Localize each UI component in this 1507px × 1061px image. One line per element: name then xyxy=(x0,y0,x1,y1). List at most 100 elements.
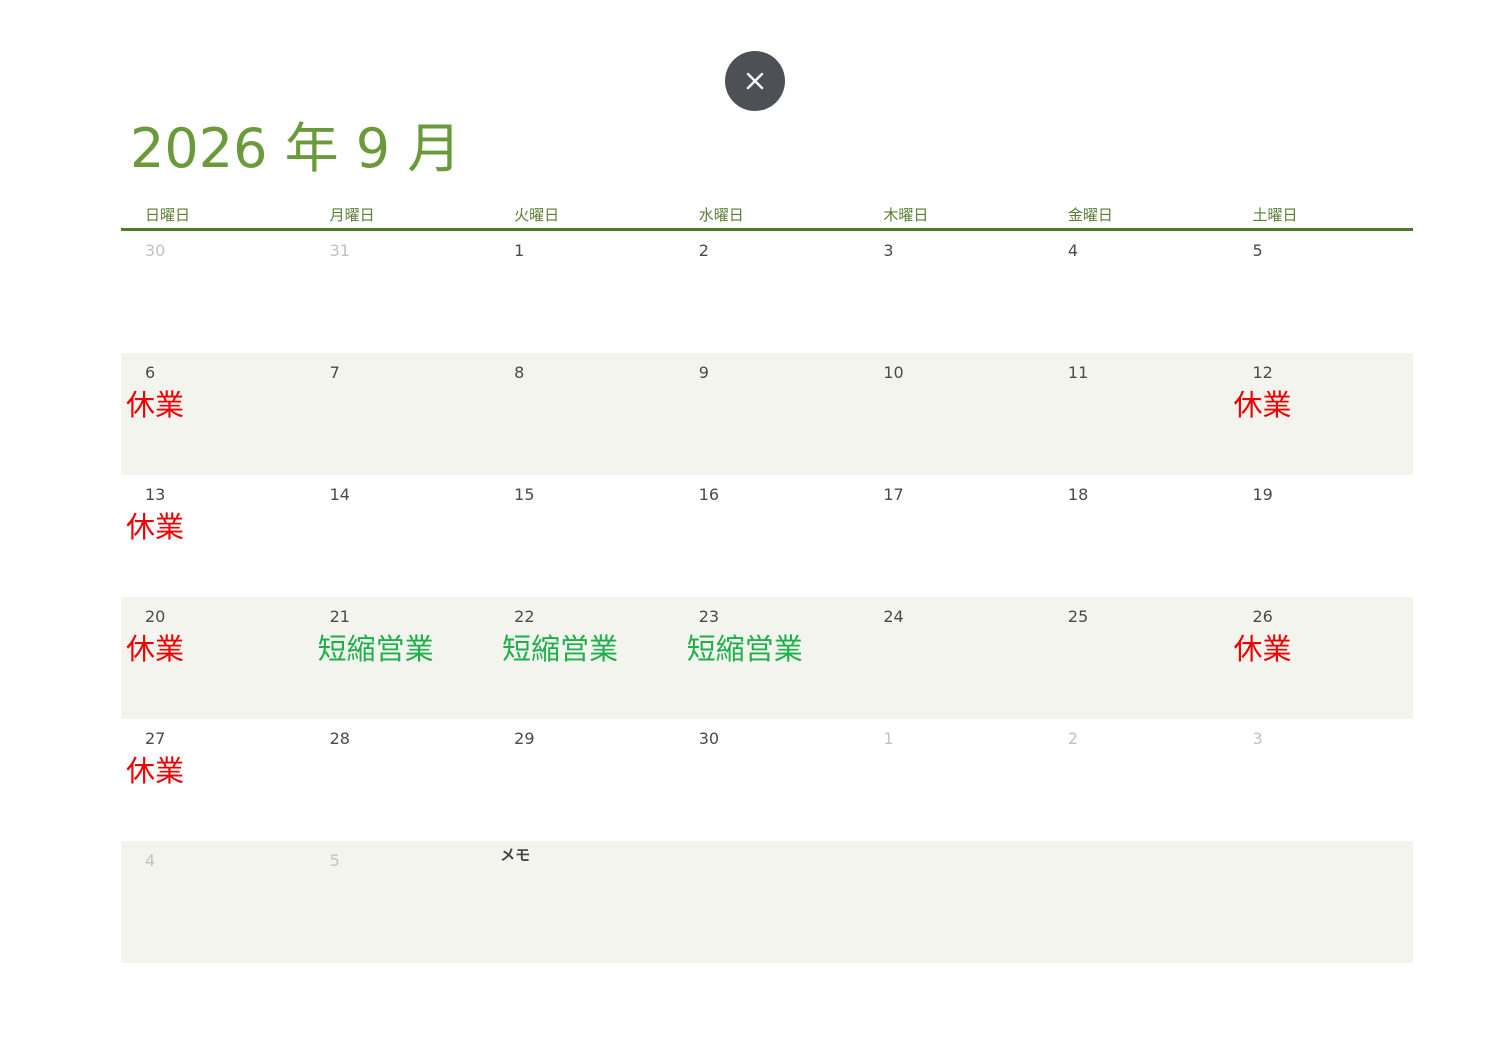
calendar-day-cell: 14 xyxy=(306,475,491,597)
weekday-label: 水曜日 xyxy=(698,206,744,224)
day-number: 30 xyxy=(145,241,166,260)
day-number: 17 xyxy=(883,485,904,504)
calendar-day-cell: 4 xyxy=(1044,231,1229,353)
day-number: 25 xyxy=(1067,607,1089,626)
day-number: 3 xyxy=(883,241,894,260)
calendar-day-cell: 12 休業 xyxy=(1228,353,1413,475)
calendar: 日曜日 月曜日 火曜日 水曜日 木曜日 金曜日 土曜日 30 31 1 2 3 4 5 6 休業… xyxy=(121,197,1413,963)
day-number: 29 xyxy=(514,729,535,748)
weekday-label: 木曜日 xyxy=(883,206,929,224)
calendar-day-cell: 20 休業 xyxy=(121,597,306,719)
weekday-header: 日曜日 月曜日 火曜日 水曜日 木曜日 金曜日 土曜日 xyxy=(121,197,1413,231)
day-number: 7 xyxy=(329,363,340,382)
calendar-day-cell: 21 短縮営業 xyxy=(306,597,491,719)
day-number: 20 xyxy=(145,607,166,626)
calendar-day-cell: 25 xyxy=(1044,597,1229,719)
calendar-day-cell: 24 xyxy=(859,597,1044,719)
day-number: 21 xyxy=(329,607,350,626)
day-number: 16 xyxy=(698,485,720,504)
calendar-day-cell: 2 xyxy=(1044,719,1229,841)
calendar-day-cell xyxy=(859,841,1044,963)
calendar-week-row: 30 31 1 2 3 4 5 xyxy=(121,231,1413,353)
close-button[interactable] xyxy=(725,51,785,111)
day-number: 10 xyxy=(883,363,904,382)
page-title: 2026 年 9 月 xyxy=(130,117,462,180)
calendar-day-cell: 23 短縮営業 xyxy=(675,597,860,719)
day-number: 30 xyxy=(698,729,720,748)
calendar-day-cell: 28 xyxy=(306,719,491,841)
weekday-label: 土曜日 xyxy=(1252,206,1298,224)
day-number: 3 xyxy=(1252,729,1263,748)
calendar-day-cell: 6 休業 xyxy=(121,353,306,475)
day-number: 27 xyxy=(145,729,166,748)
calendar-week-row: 13 休業 14 15 16 17 18 19 xyxy=(121,475,1413,597)
day-number: 24 xyxy=(883,607,904,626)
weekday-label: 火曜日 xyxy=(514,206,560,224)
calendar-day-cell: 26 休業 xyxy=(1228,597,1413,719)
memo-label: メモ xyxy=(500,846,531,864)
day-number: 8 xyxy=(514,363,525,382)
calendar-day-cell: 17 xyxy=(859,475,1044,597)
calendar-day-cell: 1 xyxy=(859,719,1044,841)
day-number: 23 xyxy=(698,607,720,626)
day-number: 5 xyxy=(329,851,340,870)
closed-label: 休業 xyxy=(126,510,185,544)
closed-label: 休業 xyxy=(126,632,185,666)
calendar-week-row: 4 5 メモ xyxy=(121,841,1413,963)
weekday-label: 日曜日 xyxy=(145,206,191,224)
weekday-label: 金曜日 xyxy=(1067,206,1113,224)
short-hours-label: 短縮営業 xyxy=(317,632,434,666)
day-number: 2 xyxy=(1067,729,1079,748)
calendar-day-cell: 8 xyxy=(490,353,675,475)
calendar-day-cell: メモ xyxy=(490,841,675,963)
day-number: 11 xyxy=(1067,363,1089,382)
calendar-day-cell: 7 xyxy=(306,353,491,475)
day-number: 28 xyxy=(329,729,350,748)
calendar-week-row: 27 休業 28 29 30 1 2 3 xyxy=(121,719,1413,841)
calendar-day-cell: 3 xyxy=(1228,719,1413,841)
closed-label: 休業 xyxy=(126,388,185,422)
day-number: 26 xyxy=(1252,607,1273,626)
calendar-day-cell: 29 xyxy=(490,719,675,841)
calendar-day-cell: 11 xyxy=(1044,353,1229,475)
day-number: 5 xyxy=(1252,241,1263,260)
calendar-day-cell: 10 xyxy=(859,353,1044,475)
day-number: 19 xyxy=(1252,485,1273,504)
day-number: 9 xyxy=(698,363,709,382)
calendar-day-cell: 1 xyxy=(490,231,675,353)
calendar-day-cell: 30 xyxy=(121,231,306,353)
calendar-day-cell: 16 xyxy=(675,475,860,597)
day-number: 2 xyxy=(698,241,709,260)
closed-label: 休業 xyxy=(126,754,185,788)
day-number: 4 xyxy=(145,851,156,870)
day-number: 1 xyxy=(514,241,525,260)
day-number: 4 xyxy=(1067,241,1079,260)
calendar-day-cell: 30 xyxy=(675,719,860,841)
short-hours-label: 短縮営業 xyxy=(502,632,619,666)
calendar-day-cell: 18 xyxy=(1044,475,1229,597)
calendar-day-cell: 31 xyxy=(306,231,491,353)
calendar-day-cell: 5 xyxy=(1228,231,1413,353)
calendar-week-row: 6 休業 7 8 9 10 11 12 休業 xyxy=(121,353,1413,475)
day-number: 18 xyxy=(1067,485,1089,504)
calendar-day-cell xyxy=(1228,841,1413,963)
day-number: 12 xyxy=(1252,363,1273,382)
calendar-grid: 30 31 1 2 3 4 5 6 休業 7 8 9 10 11 12 休業 13 休業 14 15 16 17 18 19 2… xyxy=(121,231,1413,963)
calendar-day-cell: 4 xyxy=(121,841,306,963)
day-number: 13 xyxy=(145,485,166,504)
day-number: 22 xyxy=(514,607,535,626)
calendar-day-cell: 13 休業 xyxy=(121,475,306,597)
calendar-day-cell: 27 休業 xyxy=(121,719,306,841)
day-number: 15 xyxy=(514,485,535,504)
calendar-day-cell: 9 xyxy=(675,353,860,475)
closed-label: 休業 xyxy=(1233,632,1292,666)
calendar-day-cell: 19 xyxy=(1228,475,1413,597)
calendar-week-row: 20 休業 21 短縮営業 22 短縮営業 23 短縮営業 24 25 26 休業 xyxy=(121,597,1413,719)
day-number: 6 xyxy=(145,363,156,382)
weekday-label: 月曜日 xyxy=(329,206,375,224)
calendar-day-cell: 3 xyxy=(859,231,1044,353)
day-number: 14 xyxy=(329,485,350,504)
day-number: 1 xyxy=(883,729,894,748)
short-hours-label: 短縮営業 xyxy=(686,632,803,666)
calendar-day-cell: 22 短縮営業 xyxy=(490,597,675,719)
